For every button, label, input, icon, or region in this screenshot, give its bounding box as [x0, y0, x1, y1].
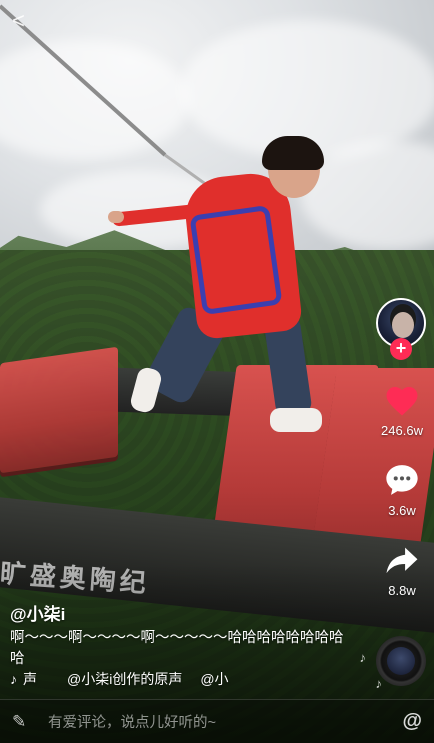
like-button[interactable]: 246.6w: [381, 380, 423, 438]
music-note-icon: ♪: [10, 671, 17, 687]
comment-count: 3.6w: [388, 503, 416, 518]
blue-harness: [189, 204, 283, 316]
action-rail: + 246.6w 3.6w 8.8w: [376, 298, 428, 598]
comment-bar[interactable]: ✎ 有爱评论，说点儿好听的~ @: [0, 699, 434, 743]
mention-icon[interactable]: @: [402, 710, 422, 733]
share-count: 8.8w: [388, 583, 416, 598]
comment-icon[interactable]: [382, 460, 422, 500]
person-hair: [262, 136, 324, 170]
author-avatar-group[interactable]: +: [376, 298, 428, 360]
comment-button[interactable]: 3.6w: [382, 460, 422, 518]
follow-plus-icon[interactable]: +: [390, 338, 412, 360]
music-author[interactable]: @小: [200, 669, 228, 689]
heart-icon[interactable]: [382, 380, 422, 420]
floating-note-icon: ♪: [359, 650, 367, 665]
video-caption: 啊～～～啊～～～～啊～～～～～哈哈哈哈哈哈哈哈哈: [10, 630, 344, 667]
pen-icon: ✎: [12, 711, 27, 731]
white-sneaker: [270, 408, 322, 432]
floating-note-icon: ♪: [375, 676, 383, 691]
music-disc-cover: [387, 647, 415, 675]
like-count: 246.6w: [381, 423, 423, 438]
red-plank-left: [0, 346, 118, 474]
author-handle[interactable]: @小柒i: [10, 600, 65, 625]
share-button[interactable]: 8.8w: [382, 540, 422, 598]
comment-input[interactable]: 有爱评论，说点儿好听的~: [48, 711, 402, 732]
music-glyph: 声: [23, 671, 37, 687]
person-hand: [108, 211, 124, 223]
back-icon[interactable]: <: [12, 10, 34, 32]
music-info[interactable]: ♪ 声 @小柒i创作的原声 @小: [10, 670, 229, 688]
music-disc-icon[interactable]: [376, 636, 426, 686]
share-icon[interactable]: [382, 540, 422, 580]
music-title[interactable]: @小柒i创作的原声: [67, 669, 182, 689]
